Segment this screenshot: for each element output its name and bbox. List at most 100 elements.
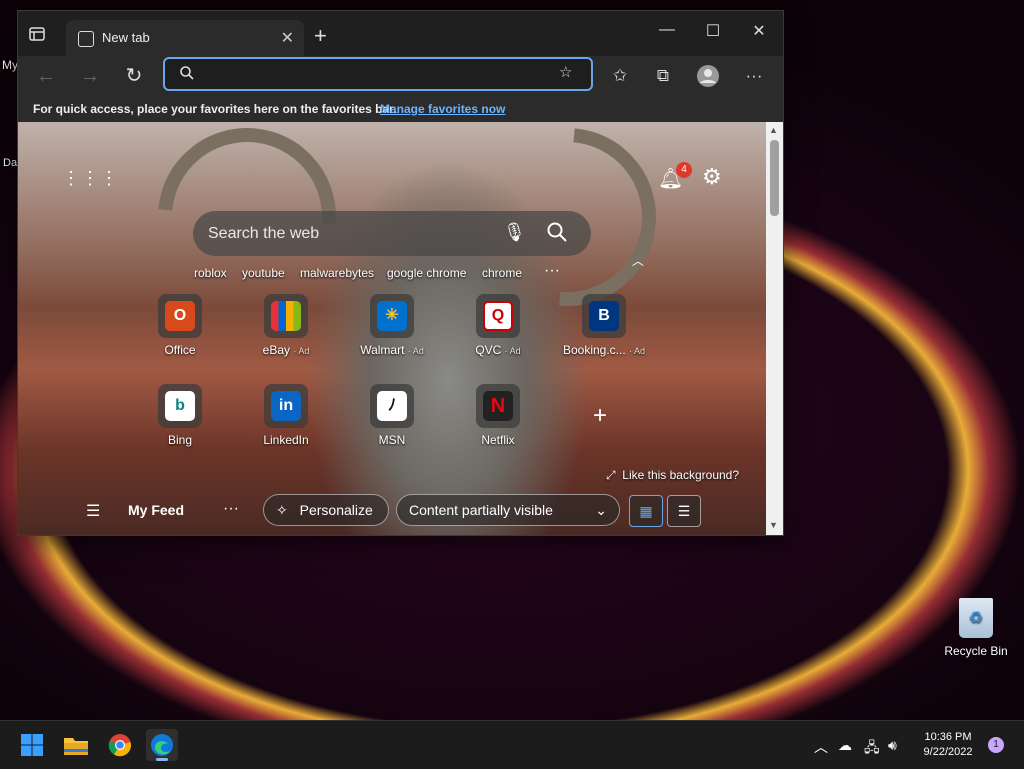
list-view-icon[interactable]: ☰ (667, 495, 701, 527)
quick-search-link[interactable]: youtube (242, 266, 285, 280)
tile-label: Office (164, 343, 196, 357)
like-background-link[interactable]: ⤢ Like this background? (606, 468, 739, 483)
quick-link-tile[interactable]: ﾉ MSN (344, 384, 440, 456)
system-clock[interactable]: 10:36 PM 9/22/2022 (916, 730, 980, 760)
search-icon[interactable] (546, 221, 568, 243)
back-icon[interactable]: ← (32, 62, 60, 90)
search-placeholder: Search the web (208, 225, 320, 242)
tab-actions-icon[interactable] (28, 25, 48, 45)
clock-date: 9/22/2022 (923, 746, 973, 758)
tab-new-tab[interactable]: New tab ✕ (66, 20, 304, 56)
quick-link-tile[interactable]: ✳ Walmart · Ad (344, 294, 440, 366)
quick-link-tile[interactable]: eBay · Ad (238, 294, 334, 366)
qvc-icon: Q (476, 294, 520, 338)
page-scrollbar[interactable]: ▲ ▼ (766, 122, 783, 535)
feed-menu-icon[interactable]: ☰ (86, 501, 100, 521)
ad-marker: · Ad (293, 346, 310, 356)
file-explorer-button[interactable] (60, 729, 92, 761)
new-tab-page: ⋮⋮⋮ 🔔︎ 4 ⚙ Search the web 🎙︎ roblox yout… (18, 122, 766, 535)
content-visibility-value: Content partially visible (409, 502, 553, 518)
more-options-icon[interactable]: ··· (742, 64, 766, 88)
microphone-icon[interactable]: 🎙︎ (503, 222, 526, 243)
feed-more-icon[interactable]: ··· (223, 500, 239, 518)
quick-link-tile[interactable]: b Bing (132, 384, 228, 456)
apps-grid-icon[interactable]: ⋮⋮⋮ (62, 168, 119, 189)
taskbar: ︿ ☁ 🖧︎ 🔊︎ 10:36 PM 9/22/2022 1 (0, 720, 1024, 769)
tab-strip: New tab ✕ + — ☐ ✕ (18, 11, 783, 56)
folder-icon (64, 738, 88, 755)
ebay-bag-icon (264, 294, 308, 338)
windows-logo-icon (21, 734, 43, 756)
quick-search-link[interactable]: roblox (194, 266, 227, 280)
quick-search-link[interactable]: malwarebytes (300, 266, 374, 280)
bing-icon: b (158, 384, 202, 428)
my-feed-tab[interactable]: My Feed (128, 502, 184, 518)
start-button[interactable] (16, 729, 48, 761)
web-search-box[interactable]: Search the web 🎙︎ (193, 211, 591, 256)
like-background-label: Like this background? (622, 468, 740, 482)
edge-window: New tab ✕ + — ☐ ✕ ← → ↻ ☆ ✩ ⧉ ··· For qu… (17, 10, 784, 536)
msn-icon: ﾉ (370, 384, 414, 428)
maximize-icon[interactable]: ☐ (690, 21, 736, 41)
close-window-icon[interactable]: ✕ (736, 21, 782, 41)
tile-label: Netflix (481, 433, 515, 447)
quick-link-tile[interactable]: B Booking.c... · Ad (556, 294, 652, 366)
favorites-bar-message: For quick access, place your favorites h… (33, 102, 397, 116)
navigation-toolbar: ← → ↻ ☆ ✩ ⧉ ··· (18, 56, 783, 96)
scrollbar-thumb[interactable] (770, 140, 779, 216)
add-shortcut-plus-icon[interactable]: + (593, 402, 607, 430)
quick-link-tile[interactable]: in LinkedIn (238, 384, 334, 456)
office-icon: O (158, 294, 202, 338)
quick-search-link[interactable]: chrome (482, 266, 522, 280)
desktop-icon-label[interactable]: Da (3, 157, 17, 169)
favorites-bar: For quick access, place your favorites h… (18, 96, 783, 122)
favorites-icon[interactable]: ✩ (608, 64, 632, 88)
new-tab-plus-icon[interactable]: + (314, 23, 327, 49)
tile-label: Walmart (360, 343, 405, 357)
tab-title: New tab (102, 30, 150, 45)
ad-marker: · Ad (629, 346, 646, 356)
content-visibility-select[interactable]: Content partially visible ⌄ (396, 494, 620, 526)
tile-label: MSN (378, 433, 406, 447)
more-searches-icon[interactable]: ··· (544, 262, 560, 280)
profile-avatar-icon[interactable] (696, 64, 720, 88)
onedrive-cloud-icon[interactable]: ☁ (838, 737, 852, 754)
page-settings-gear-icon[interactable]: ⚙ (702, 164, 722, 190)
volume-icon[interactable]: 🔊︎ (888, 737, 897, 754)
network-icon[interactable]: 🖧︎ (864, 737, 880, 761)
minimize-icon[interactable]: — (644, 21, 690, 39)
quick-link-tile[interactable]: O Office (132, 294, 228, 366)
close-tab-icon[interactable]: ✕ (281, 28, 294, 48)
quick-search-link[interactable]: google chrome (387, 266, 466, 280)
collapse-chevron-up-icon[interactable]: ︿ (632, 252, 644, 269)
personalize-button[interactable]: ✧ Personalize (263, 494, 389, 526)
refresh-icon[interactable]: ↻ (120, 62, 148, 90)
booking-icon: B (582, 294, 626, 338)
desktop-icon-label[interactable]: My (2, 58, 18, 72)
collections-icon[interactable]: ⧉ (651, 64, 675, 88)
quick-link-tile[interactable]: N Netflix (450, 384, 546, 456)
forward-icon[interactable]: → (76, 62, 104, 90)
tile-label: Booking.c... (562, 343, 626, 357)
add-favorite-star-icon[interactable]: ☆ (559, 63, 572, 81)
active-app-indicator (156, 758, 168, 761)
quick-link-tile[interactable]: Q QVC · Ad (450, 294, 546, 366)
notification-badge: 4 (676, 162, 692, 178)
address-input[interactable] (203, 64, 547, 86)
address-bar[interactable]: ☆ (163, 57, 593, 91)
personalize-sparkle-icon: ✧ (276, 502, 288, 518)
scroll-up-arrow-icon[interactable]: ▲ (769, 125, 778, 135)
scroll-down-arrow-icon[interactable]: ▼ (769, 520, 778, 530)
chrome-button[interactable] (104, 729, 136, 761)
show-hidden-icons-chevron-icon[interactable]: ︿ (814, 737, 828, 757)
recycle-bin-icon: ♻ (959, 598, 993, 638)
notification-center-badge[interactable]: 1 (988, 737, 1004, 753)
recycle-bin[interactable]: ♻ Recycle Bin (944, 598, 1008, 658)
recycle-bin-label: Recycle Bin (944, 644, 1008, 658)
grid-view-icon[interactable]: ▦ (629, 495, 663, 527)
manage-favorites-link[interactable]: Manage favorites now (380, 102, 505, 116)
edge-button[interactable] (146, 729, 178, 761)
tile-label: eBay (262, 343, 290, 357)
chevron-down-icon: ⌄ (595, 502, 607, 518)
search-icon (180, 66, 194, 80)
